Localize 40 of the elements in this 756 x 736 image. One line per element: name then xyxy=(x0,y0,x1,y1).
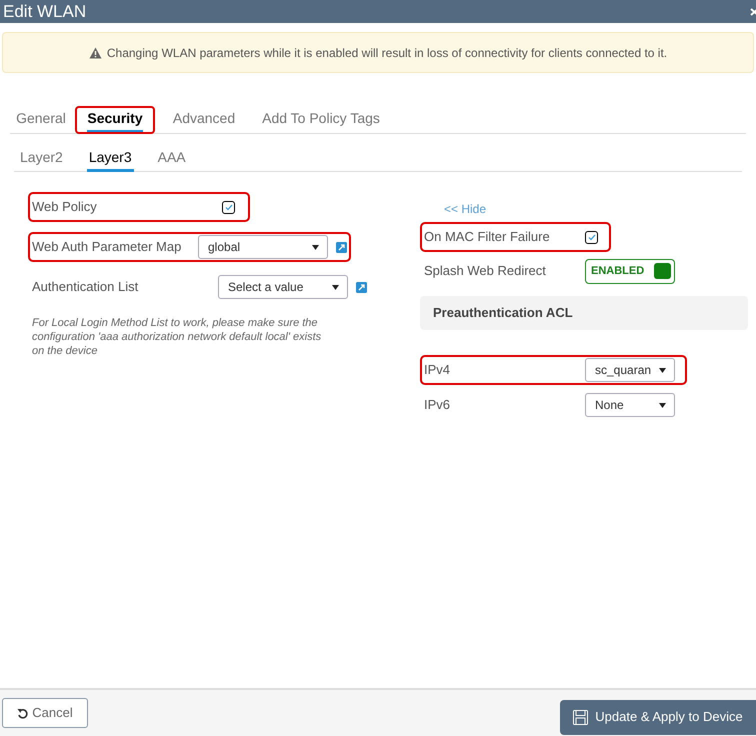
field-label: Web Policy xyxy=(32,198,98,216)
warning-icon xyxy=(88,46,102,58)
check-icon xyxy=(224,204,232,210)
tab[interactable]: General xyxy=(10,106,72,134)
field-label: Web Auth Parameter Map xyxy=(32,238,182,256)
close-icon[interactable] xyxy=(750,6,756,16)
dropdown[interactable]: sc_quaran xyxy=(585,358,675,382)
open-link-icon[interactable] xyxy=(356,282,367,292)
toggle-switch[interactable]: ENABLED xyxy=(585,258,675,284)
tab[interactable]: Add To Policy Tags xyxy=(253,106,389,134)
window-title: Edit WLAN xyxy=(3,3,86,20)
checkbox[interactable] xyxy=(585,230,598,244)
caret-icon xyxy=(312,244,319,250)
sub-tab[interactable]: Layer3 xyxy=(86,145,134,172)
sub-tab[interactable]: Layer2 xyxy=(18,145,65,172)
sub-tab[interactable]: AAA xyxy=(156,145,188,172)
caret-icon xyxy=(659,368,666,372)
hide-link[interactable]: << Hide xyxy=(444,200,486,218)
field-label: IPv6 xyxy=(424,396,452,414)
dropdown[interactable]: Select a value xyxy=(218,275,348,299)
help-note: For Local Login Method List to work, please make sure the configuration 'aaa authorization network default local' exists on the device xyxy=(31,316,322,358)
caret-icon xyxy=(659,402,666,408)
field-label: Authentication List xyxy=(32,278,140,296)
caret-icon xyxy=(332,284,339,290)
checkbox[interactable] xyxy=(222,200,235,214)
check-icon xyxy=(588,234,596,240)
field-label: Splash Web Redirect xyxy=(424,262,547,280)
tab[interactable]: Security xyxy=(75,106,155,134)
save-icon xyxy=(573,710,588,724)
section-title: Preauthentication ACL xyxy=(433,304,573,322)
field-label: On MAC Filter Failure xyxy=(424,228,551,246)
field-label: IPv4 xyxy=(424,361,452,380)
tab[interactable]: Advanced xyxy=(158,106,250,134)
dropdown[interactable]: None xyxy=(585,393,675,417)
apply-button[interactable]: Update & Apply to Device xyxy=(560,700,756,734)
warning-text: Changing WLAN parameters while it is enabled will result in loss of connectivity for clients connected to it. xyxy=(106,44,668,62)
undo-icon xyxy=(17,708,28,718)
cancel-button[interactable]: Cancel xyxy=(2,698,88,728)
dropdown[interactable]: global xyxy=(198,235,328,259)
open-link-icon[interactable] xyxy=(336,242,347,252)
